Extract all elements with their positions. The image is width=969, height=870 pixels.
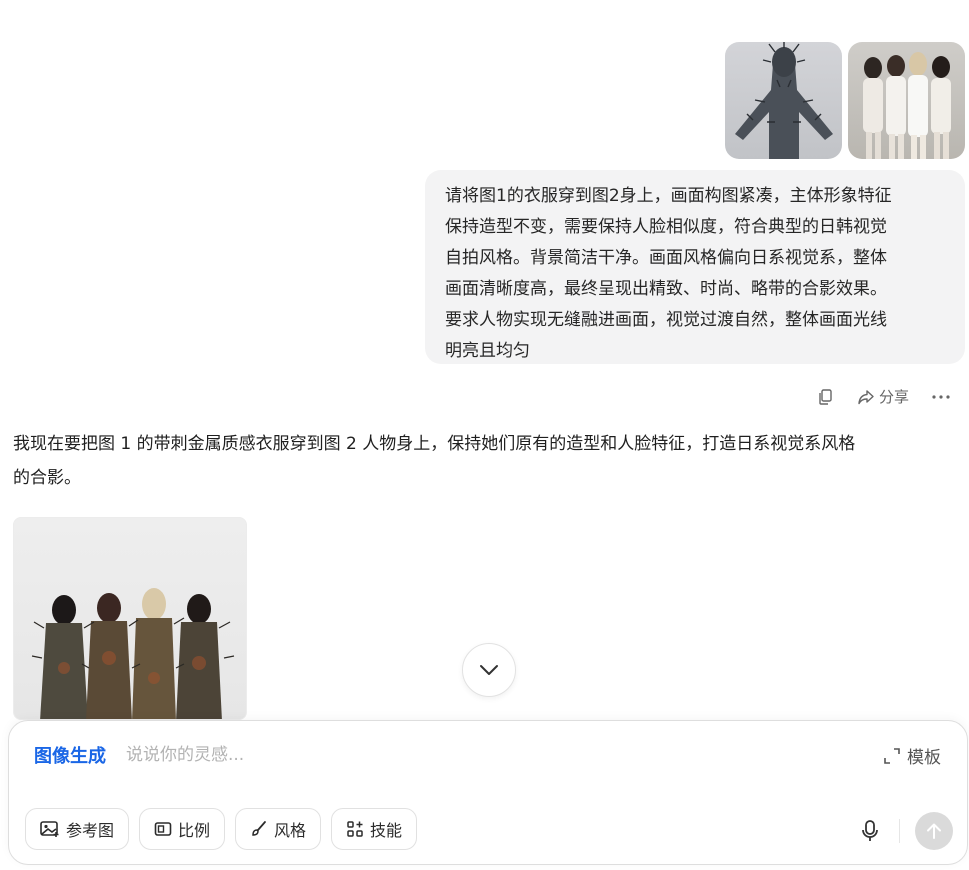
microphone-icon xyxy=(862,820,878,841)
more-button[interactable] xyxy=(931,388,951,406)
more-icon xyxy=(932,394,950,399)
prompt-input[interactable] xyxy=(124,739,828,771)
chevron-down-icon xyxy=(480,665,498,675)
generated-group-icon xyxy=(31,588,235,719)
user-images xyxy=(725,42,965,159)
share-label: 分享 xyxy=(878,388,909,406)
copy-icon xyxy=(819,388,832,405)
template-button[interactable]: 模板 xyxy=(883,743,941,768)
tool-bar: 参考图 比例 风格 技能 xyxy=(25,808,418,850)
share-icon xyxy=(858,389,874,404)
composer: 图像生成 模板 参考图 比例 xyxy=(8,720,968,865)
copy-button[interactable] xyxy=(817,388,835,406)
user-message-bubble: 请将图1的衣服穿到图2身上，画面构图紧凑，主体形象特征 保持造型不变，需要保持人… xyxy=(425,170,965,364)
ratio-label: 比例 xyxy=(178,821,211,840)
style-button[interactable]: 风格 xyxy=(235,808,322,850)
user-image-1[interactable] xyxy=(725,42,842,159)
ratio-button[interactable]: 比例 xyxy=(139,808,226,850)
ratio-icon xyxy=(154,822,172,836)
skills-button[interactable]: 技能 xyxy=(331,808,418,850)
image-icon xyxy=(40,821,59,837)
scroll-down-button[interactable] xyxy=(462,643,516,697)
skills-label: 技能 xyxy=(370,821,403,840)
user-image-2[interactable] xyxy=(848,42,965,159)
microphone-button[interactable] xyxy=(860,819,880,847)
mode-tag[interactable]: 图像生成 xyxy=(34,742,106,768)
expand-icon xyxy=(884,747,900,764)
reference-image-label: 参考图 xyxy=(66,821,115,840)
spiked-figure-icon xyxy=(735,42,833,159)
group-photo-icon xyxy=(863,52,951,159)
apps-icon xyxy=(347,821,363,837)
template-label: 模板 xyxy=(907,748,941,768)
share-button[interactable]: 分享 xyxy=(857,386,909,407)
send-button[interactable] xyxy=(915,812,953,850)
generated-image[interactable] xyxy=(13,517,247,720)
message-actions: 分享 xyxy=(817,386,951,407)
style-label: 风格 xyxy=(274,821,307,840)
divider xyxy=(899,819,900,843)
assistant-message: 我现在要把图 1 的带刺金属质感衣服穿到图 2 人物身上，保持她们原有的造型和人… xyxy=(13,434,856,488)
brush-icon xyxy=(252,821,266,836)
reference-image-button[interactable]: 参考图 xyxy=(25,808,130,850)
arrow-up-icon xyxy=(927,823,941,839)
